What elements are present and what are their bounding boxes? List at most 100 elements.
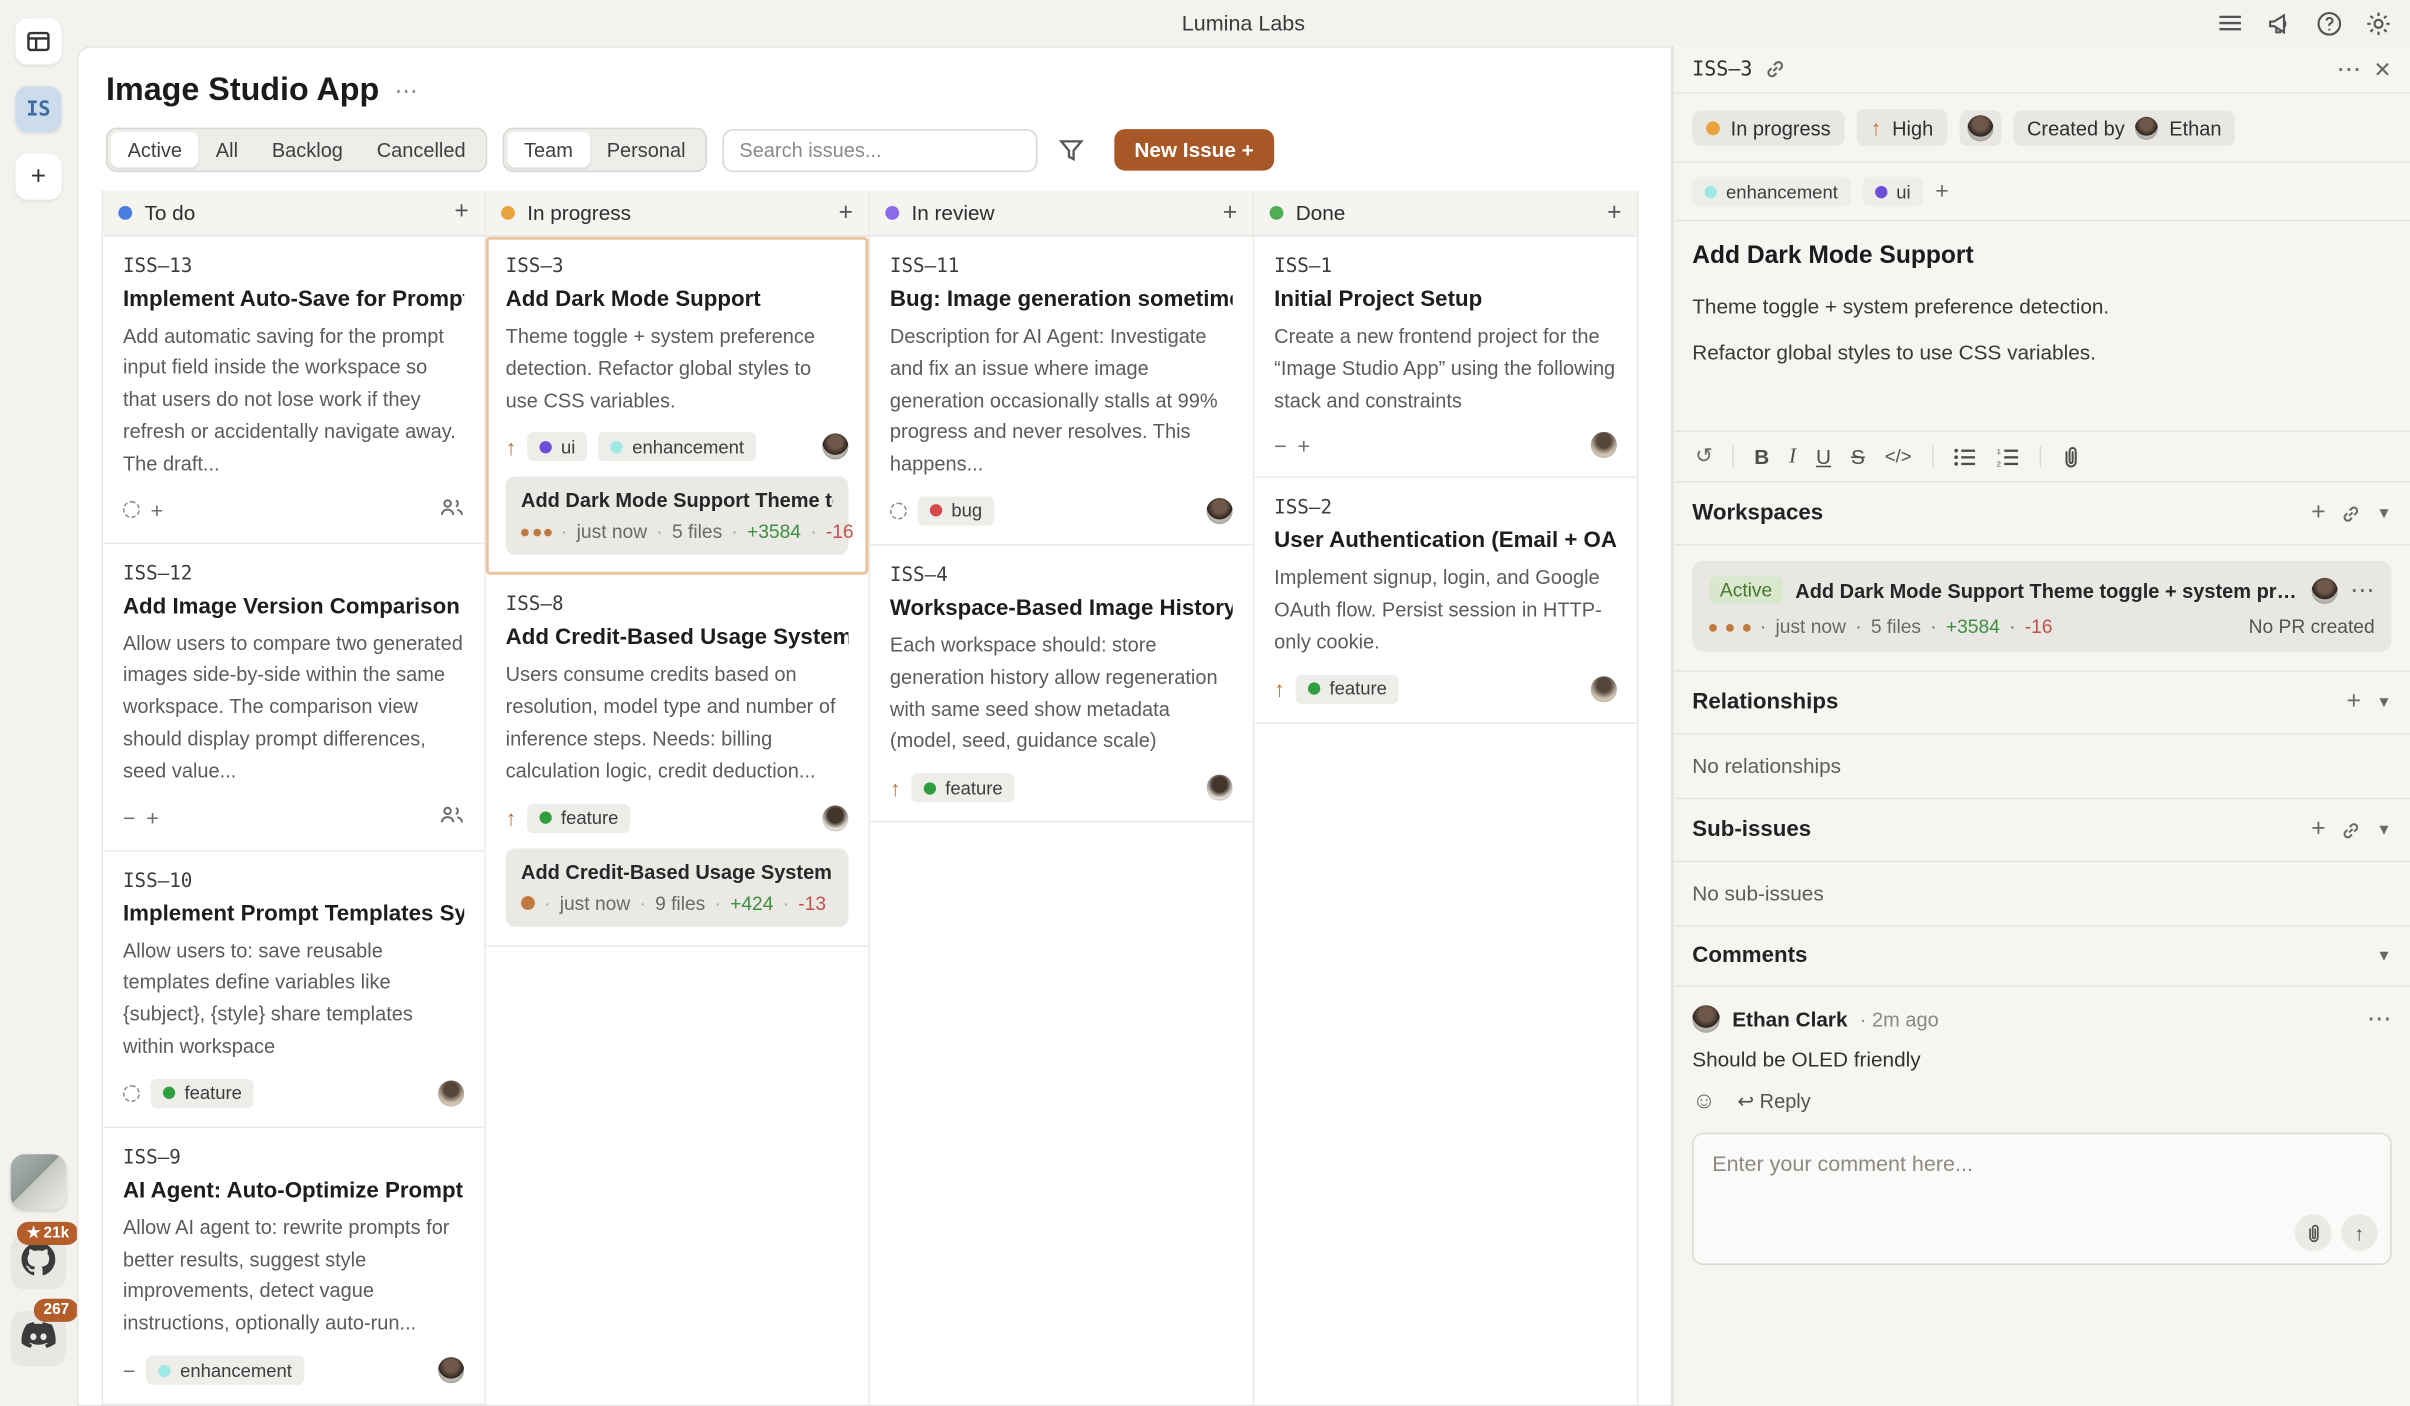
label-bug[interactable]: bug [918,496,995,525]
label-enhancement[interactable]: enhancement [1692,177,1850,206]
add-relationship-icon[interactable]: + [2347,689,2361,717]
priority-high-icon: ↑ [1274,677,1285,702]
close-panel-button[interactable]: ✕ [2374,56,2392,82]
bullet-list-icon[interactable] [1953,446,1976,466]
issue-description[interactable]: Theme toggle + system preference detecti… [1674,271,2410,431]
status-dashed-circle-icon[interactable] [890,503,907,520]
collapse-sub-issues-icon[interactable]: ▼ [2376,822,2391,839]
filter-cancelled[interactable]: Cancelled [360,132,483,167]
new-issue-button[interactable]: New Issue + [1114,129,1273,170]
label-dot-icon [159,1364,171,1376]
issue-card-iss-12[interactable]: ISS–12Add Image Version Comparison Vi...… [103,544,484,851]
strikethrough-icon[interactable]: S [1851,445,1865,468]
link-sub-issue-icon[interactable] [2341,820,2361,840]
issue-card-footer: −+ [123,803,464,831]
comment-overflow-button[interactable]: ⋯ [2367,1004,2392,1035]
announcements-icon[interactable] [2266,9,2294,37]
user-avatar[interactable] [11,1154,66,1209]
add-workspace-icon[interactable]: + [2311,500,2325,528]
issue-card-footer: ↑feature [890,773,1233,802]
board-overflow-button[interactable]: ⋯ [395,77,420,105]
discord-button[interactable]: 267 [11,1311,66,1366]
filter-icon[interactable] [1059,138,1084,161]
add-sub-issue-icon[interactable]: + [2311,816,2325,844]
bold-icon[interactable]: B [1754,445,1769,468]
label-feature[interactable]: feature [151,1079,255,1108]
comment-attach-button[interactable] [2295,1214,2332,1251]
label-dot-icon [163,1087,175,1099]
filter-backlog[interactable]: Backlog [255,132,360,167]
italic-icon[interactable]: I [1789,444,1796,469]
label-feature[interactable]: feature [911,773,1015,802]
emoji-reaction-icon[interactable]: ☺ [1692,1088,1716,1114]
filter-all[interactable]: All [199,132,255,167]
label-ui[interactable]: ui [527,432,587,461]
remove-icon[interactable]: − [123,806,136,828]
filter-personal[interactable]: Personal [590,132,703,167]
status-dashed-circle-icon[interactable] [123,501,140,518]
comment-input[interactable]: Enter your comment here... ↑ [1692,1133,2391,1265]
add-issue-icon[interactable]: + [1223,199,1237,227]
label-enhancement[interactable]: enhancement [146,1356,304,1385]
workspace-overflow-button[interactable]: ⋯ [2350,575,2375,606]
help-icon[interactable] [2315,9,2343,37]
menu-icon[interactable] [2216,9,2244,37]
remove-icon[interactable]: − [123,1359,136,1381]
add-icon[interactable]: + [1298,435,1311,457]
workspace-card[interactable]: Active Add Dark Mode Support Theme toggl… [1692,561,2391,652]
issue-card-description: Implement signup, login, and Google OAut… [1274,563,1617,659]
pr-attachment[interactable]: Add Credit-Based Usage System Us...·just… [506,848,849,926]
remove-icon[interactable]: − [1274,435,1287,457]
created-by-pill[interactable]: Created by Ethan [2013,110,2235,145]
comment-submit-button[interactable]: ↑ [2341,1214,2378,1251]
attach-file-icon[interactable] [2061,445,2081,468]
github-button[interactable]: ★21k [11,1234,66,1289]
code-icon[interactable]: </> [1885,446,1912,468]
issue-card-iss-2[interactable]: ISS–2User Authentication (Email + OAu...… [1254,479,1637,724]
numbered-list-icon[interactable]: 12 [1996,446,2019,466]
add-issue-icon[interactable]: + [454,199,468,227]
panel-overflow-button[interactable]: ⋯ [2337,54,2362,85]
issue-card-iss-11[interactable]: ISS–11Bug: Image generation sometime...D… [870,237,1253,546]
label-ui[interactable]: ui [1862,177,1922,206]
underline-icon[interactable]: U [1816,445,1831,468]
status-pill[interactable]: In progress [1692,110,1844,145]
add-icon[interactable]: + [151,499,164,521]
add-issue-icon[interactable]: + [839,199,853,227]
search-input[interactable] [722,128,1037,171]
label-enhancement[interactable]: enhancement [598,432,756,461]
pr-attachment[interactable]: Add Dark Mode Support Theme togg...·just… [506,477,849,555]
collapse-comments-icon[interactable]: ▼ [2376,948,2391,965]
add-label-icon[interactable]: + [1935,178,1948,204]
collapse-workspaces-icon[interactable]: ▼ [2376,505,2391,522]
settings-icon[interactable] [2364,9,2392,37]
priority-pill[interactable]: ↑ High [1857,109,1947,146]
filter-active[interactable]: Active [111,132,199,167]
issue-card-iss-13[interactable]: ISS–13Implement Auto-Save for Prompt ...… [103,236,484,543]
issue-card-iss-1[interactable]: ISS–1Initial Project SetupCreate a new f… [1254,237,1637,479]
assignees-icon[interactable] [440,803,465,831]
add-icon[interactable]: + [146,806,159,828]
labels-row: enhancement ui + [1674,163,2410,221]
add-issue-icon[interactable]: + [1607,199,1621,227]
workspace-switcher-is[interactable]: IS [15,86,61,132]
undo-icon[interactable]: ↺ [1695,444,1712,469]
label-feature[interactable]: feature [527,803,631,832]
layout-panels-button[interactable] [15,18,61,64]
issue-card-iss-10[interactable]: ISS–10Implement Prompt Templates Sy...Al… [103,851,484,1128]
status-dashed-circle-icon[interactable] [123,1085,140,1102]
issue-card-iss-8[interactable]: ISS–8Add Credit-Based Usage SystemUsers … [486,575,869,946]
assignees-icon[interactable] [440,496,465,524]
collapse-relationships-icon[interactable]: ▼ [2376,694,2391,711]
issue-card-iss-3[interactable]: ISS–3Add Dark Mode SupportTheme toggle +… [486,237,869,576]
label-feature[interactable]: feature [1296,674,1400,703]
add-workspace-button[interactable]: + [15,154,61,200]
filter-team[interactable]: Team [507,132,590,167]
issue-card-iss-9[interactable]: ISS–9AI Agent: Auto-Optimize PromptAllow… [103,1128,484,1405]
relationships-section-header: Relationships + ▼ [1674,672,2410,735]
copy-link-icon[interactable] [1765,58,1787,80]
assignee-pill[interactable] [1959,110,2000,145]
link-workspace-icon[interactable] [2341,503,2361,523]
reply-button[interactable]: ↩ Reply [1737,1089,1810,1114]
issue-card-iss-4[interactable]: ISS–4Workspace-Based Image HistoryEach w… [870,546,1253,823]
